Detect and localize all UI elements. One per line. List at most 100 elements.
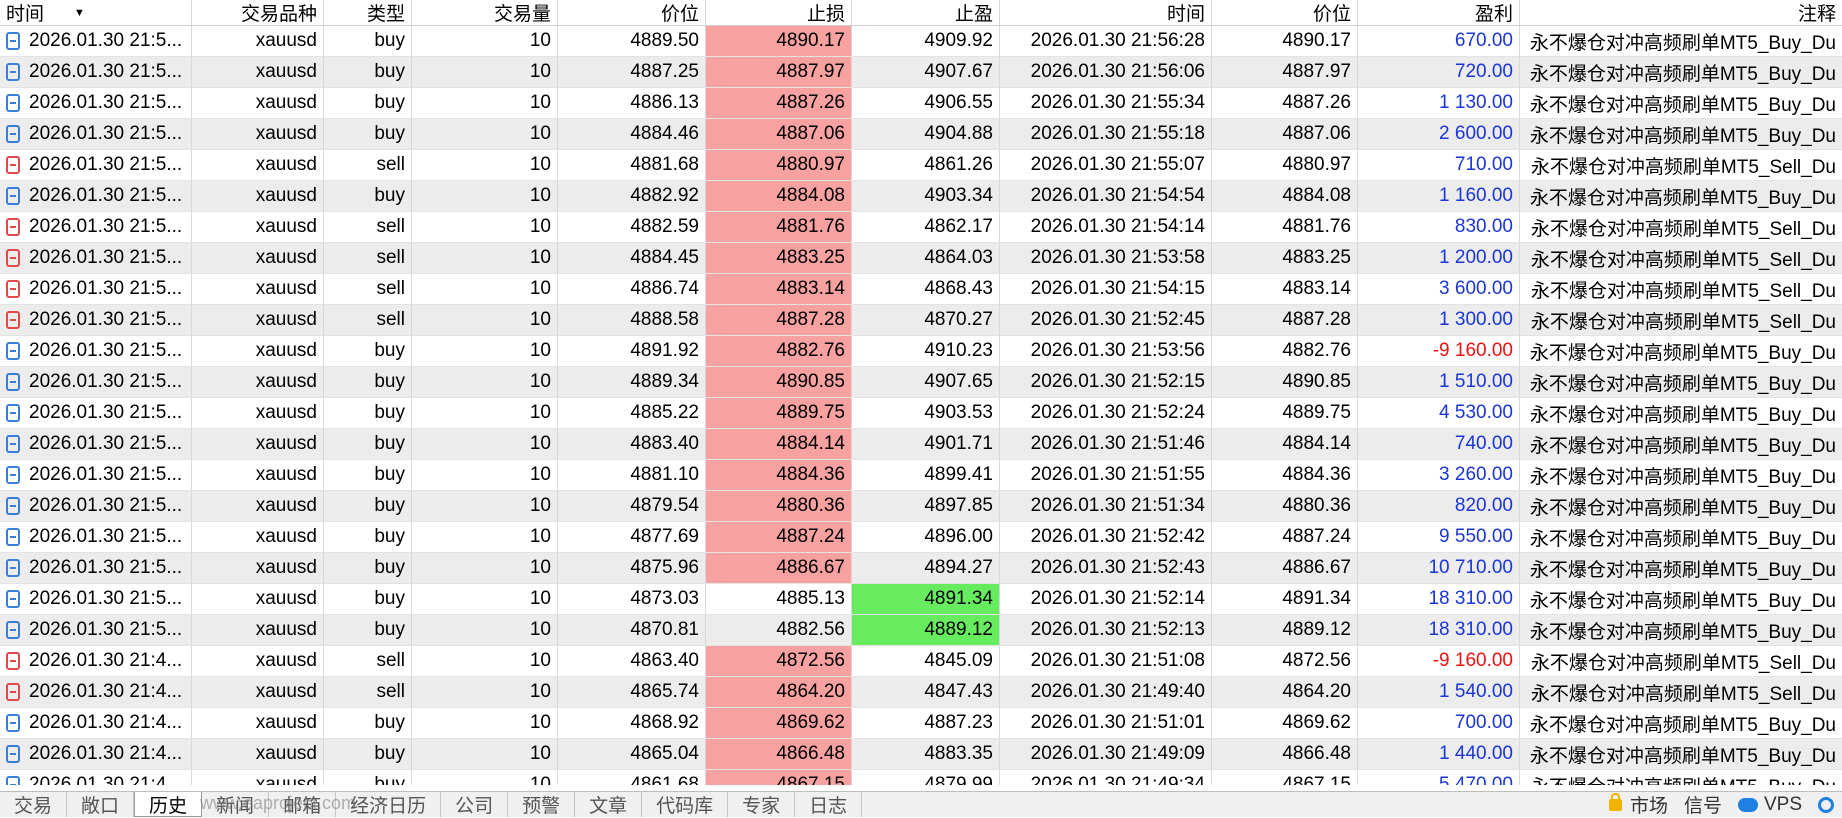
cell-comment-text: 永不爆仓对冲高频刷单MT5_Buy_Du — [1529, 745, 1836, 767]
cell-open-time: 2026.01.30 21:5... — [0, 88, 192, 118]
cell-comment-text: 永不爆仓对冲高频刷单MT5_Buy_Du — [1529, 621, 1836, 643]
col-symbol[interactable]: 交易品种 — [192, 0, 324, 25]
col-price[interactable]: 价位 — [558, 0, 706, 25]
cell-close-price: 4883.14 — [1212, 274, 1358, 304]
col-comment[interactable]: 注释 — [1520, 0, 1842, 25]
market-button[interactable]: 市场 — [1601, 792, 1676, 817]
tab-calendar[interactable]: 经济日历 — [336, 792, 442, 817]
signals-button[interactable]: 信号 — [1676, 792, 1730, 817]
table-row[interactable]: 2026.01.30 21:5... xauusd sell 10 4888.58 488… — [0, 305, 1842, 336]
col-sl[interactable]: 止损 — [706, 0, 852, 25]
cell-close-time: 2026.01.30 21:52:45 — [1000, 305, 1212, 335]
cell-volume-text: 10 — [529, 526, 551, 547]
tab-articles[interactable]: 文章 — [575, 792, 643, 817]
cell-volume: 10 — [412, 677, 558, 707]
cell-tp: 4870.27 — [852, 305, 1000, 335]
cell-close-time-text: 2026.01.30 21:52:43 — [1030, 557, 1205, 578]
table-row[interactable]: 2026.01.30 21:5... xauusd sell 10 4884.45 488… — [0, 243, 1842, 274]
tab-mailbox[interactable]: 邮箱 — [269, 792, 337, 817]
tab-history[interactable]: 历史 — [134, 792, 203, 817]
tab-journal[interactable]: 日志 — [795, 792, 863, 817]
cell-close-price-text: 4887.26 — [1282, 92, 1351, 113]
col-open-time[interactable]: 时间 ▼ — [0, 0, 192, 25]
cell-volume-text: 10 — [529, 619, 551, 640]
col-profit[interactable]: 盈利 — [1358, 0, 1520, 25]
cell-type-text: buy — [374, 712, 405, 733]
col-type[interactable]: 类型 — [324, 0, 412, 25]
table-row[interactable]: 2026.01.30 21:4... xauusd buy 10 4868.92 4869… — [0, 708, 1842, 739]
tab-code-base[interactable]: 代码库 — [642, 792, 729, 817]
table-row[interactable]: 2026.01.30 21:5... xauusd buy 10 4882.92 4884… — [0, 181, 1842, 212]
table-row[interactable]: 2026.01.30 21:5... xauusd buy 10 4884.46 4887… — [0, 119, 1842, 150]
cell-type-text: sell — [376, 681, 405, 702]
cell-close-time: 2026.01.30 21:55:07 — [1000, 150, 1212, 180]
cell-sl: 4864.20 — [706, 677, 852, 707]
table-row[interactable]: 2026.01.30 21:5... xauusd buy 10 4870.81 4882… — [0, 615, 1842, 646]
table-row[interactable]: 2026.01.30 21:5... xauusd buy 10 4886.13 4887… — [0, 88, 1842, 119]
cell-comment: 永不爆仓对冲高频刷单MT5_Buy_Du — [1520, 522, 1842, 552]
history-table: 时间 ▼ 交易品种 类型 交易量 价位 止损 止盈 时间 价位 盈利 注释 20… — [0, 0, 1842, 801]
cell-volume-text: 10 — [529, 278, 551, 299]
cell-volume: 10 — [412, 88, 558, 118]
table-row[interactable]: 2026.01.30 21:5... xauusd buy 10 4877.69 4887… — [0, 522, 1842, 553]
cell-price-text: 4868.92 — [630, 712, 699, 733]
cell-close-price: 4887.97 — [1212, 57, 1358, 87]
cell-volume-text: 10 — [529, 185, 551, 206]
tab-alerts[interactable]: 预警 — [508, 792, 576, 817]
cell-volume: 10 — [412, 429, 558, 459]
cell-price: 4882.92 — [558, 181, 706, 211]
cell-symbol: xauusd — [192, 677, 324, 707]
table-row[interactable]: 2026.01.30 21:5... xauusd buy 10 4885.22 4889… — [0, 398, 1842, 429]
table-row[interactable]: 2026.01.30 21:5... xauusd buy 10 4875.96 4886… — [0, 553, 1842, 584]
col-volume[interactable]: 交易量 — [412, 0, 558, 25]
table-row[interactable]: 2026.01.30 21:4... xauusd buy 10 4865.04 4866… — [0, 739, 1842, 770]
cell-comment: 永不爆仓对冲高频刷单MT5_Buy_Du — [1520, 398, 1842, 428]
cell-tp-text: 4870.27 — [924, 309, 993, 330]
cell-volume: 10 — [412, 119, 558, 149]
table-row[interactable]: 2026.01.30 21:5... xauusd sell 10 4886.74 488… — [0, 274, 1842, 305]
col-close-price[interactable]: 价位 — [1212, 0, 1358, 25]
tab-trade[interactable]: 交易 — [0, 792, 68, 817]
col-tp[interactable]: 止盈 — [852, 0, 1000, 25]
table-row[interactable]: 2026.01.30 21:5... xauusd sell 10 4882.59 488… — [0, 212, 1842, 243]
table-row[interactable]: 2026.01.30 21:5... xauusd buy 10 4881.10 4884… — [0, 460, 1842, 491]
cell-volume-text: 10 — [529, 712, 551, 733]
table-row[interactable]: 2026.01.30 21:5... xauusd buy 10 4887.25 4887… — [0, 57, 1842, 88]
tab-experts[interactable]: 专家 — [728, 792, 796, 817]
cell-close-time: 2026.01.30 21:51:01 — [1000, 708, 1212, 738]
cell-open-time-text: 2026.01.30 21:5... — [29, 92, 183, 113]
cell-price: 4889.34 — [558, 367, 706, 397]
sort-desc-icon[interactable]: ▼ — [74, 7, 85, 19]
tab-news[interactable]: 新闻 — [202, 792, 270, 817]
cell-tp-text: 4910.23 — [924, 340, 993, 361]
table-row[interactable]: 2026.01.30 21:5... xauusd sell 10 4881.68 488… — [0, 150, 1842, 181]
cell-close-price: 4887.28 — [1212, 305, 1358, 335]
cell-symbol: xauusd — [192, 243, 324, 273]
buy-deal-icon — [6, 32, 20, 50]
table-row[interactable]: 2026.01.30 21:4... xauusd sell 10 4863.40 487… — [0, 646, 1842, 677]
cell-profit: 1 540.00 — [1358, 677, 1520, 707]
table-row[interactable]: 2026.01.30 21:5... xauusd buy 10 4879.54 4880… — [0, 491, 1842, 522]
table-row[interactable]: 2026.01.30 21:5... xauusd buy 10 4891.92 4882… — [0, 336, 1842, 367]
cell-symbol-text: xauusd — [255, 371, 317, 392]
cell-price-text: 4889.34 — [630, 371, 699, 392]
cell-close-price-text: 4887.28 — [1282, 309, 1351, 330]
cell-tp-text: 4903.53 — [924, 402, 993, 423]
table-row[interactable]: 2026.01.30 21:4... xauusd sell 10 4865.74 486… — [0, 677, 1842, 708]
buy-deal-icon — [6, 745, 20, 763]
table-row[interactable]: 2026.01.30 21:5... xauusd buy 10 4889.50 4890… — [0, 26, 1842, 57]
tab-exposure[interactable]: 敞口 — [67, 792, 135, 817]
col-close-time[interactable]: 时间 — [1000, 0, 1212, 25]
table-row[interactable]: 2026.01.30 21:5... xauusd buy 10 4889.34 4890… — [0, 367, 1842, 398]
cell-price: 4888.58 — [558, 305, 706, 335]
vps-button[interactable]: VPS — [1730, 792, 1810, 817]
cell-close-time: 2026.01.30 21:52:15 — [1000, 367, 1212, 397]
cell-price: 4865.04 — [558, 739, 706, 769]
table-row[interactable]: 2026.01.30 21:5... xauusd buy 10 4883.40 4884… — [0, 429, 1842, 460]
settings-button[interactable] — [1810, 792, 1842, 817]
cell-profit: 1 200.00 — [1358, 243, 1520, 273]
tab-company[interactable]: 公司 — [441, 792, 509, 817]
cell-price-text: 4888.58 — [630, 309, 699, 330]
cell-volume: 10 — [412, 739, 558, 769]
table-row[interactable]: 2026.01.30 21:5... xauusd buy 10 4873.03 4885… — [0, 584, 1842, 615]
